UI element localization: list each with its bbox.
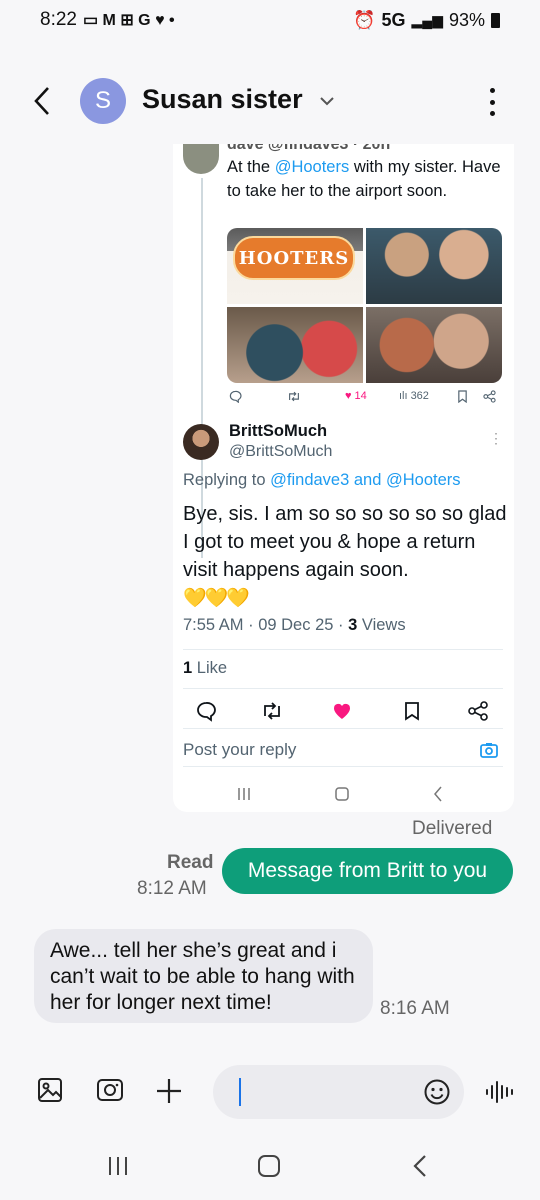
contact-name[interactable]: Susan sister (142, 84, 303, 115)
quoted-actions: ♥ 14 ılı 362 (227, 390, 502, 408)
divider (183, 688, 503, 689)
quoted-text: At the @Hooters with my sister. Have to … (227, 158, 501, 200)
back-button[interactable] (28, 84, 58, 118)
bookmark-icon (457, 390, 468, 403)
received-message-bubble[interactable]: Awe... tell her she’s great and i can’t … (34, 929, 373, 1023)
likes-count: 1 Like (183, 659, 228, 677)
retweet-icon (261, 700, 283, 722)
reply-icon (229, 390, 242, 403)
like-icon: ♥ 14 (345, 390, 367, 402)
gallery-button[interactable] (36, 1076, 66, 1106)
sent-message-bubble[interactable]: Message from Britt to you (222, 848, 513, 894)
camera-button[interactable] (96, 1076, 126, 1106)
contact-avatar[interactable]: S (80, 78, 126, 124)
share-icon (483, 390, 496, 403)
bookmark-icon (401, 700, 423, 722)
tweet-meta: 7:55 AM · 09 Dec 25 · 3 Views (183, 616, 406, 634)
author-handle: @BrittSoMuch (229, 443, 333, 460)
screenshot-nav-bar (173, 782, 514, 806)
photo-hooters-sign: HOOTERS (227, 228, 363, 304)
more-options-button[interactable] (480, 84, 504, 120)
author-avatar (183, 424, 219, 460)
tweet-more-icon: ⋮ (489, 430, 503, 446)
signal-icon: ▂▄▆ (411, 11, 443, 28)
message-composer (0, 1062, 540, 1122)
voice-input-button[interactable] (484, 1077, 514, 1107)
reply-placeholder: Post your reply (183, 740, 297, 759)
tweet-actions (183, 700, 503, 722)
retweet-icon (287, 390, 301, 403)
replying-to: Replying to @findave3 and @Hooters (183, 471, 461, 489)
alarm-icon: ⏰ (353, 9, 376, 30)
camera-icon (97, 1079, 123, 1101)
voice-waveform-icon (486, 1081, 513, 1103)
emoji-icon (424, 1079, 450, 1105)
views-icon: ılı 362 (399, 390, 429, 402)
status-time: 8:22 (40, 9, 77, 30)
plus-icon (157, 1079, 181, 1103)
notification-icons: ▭ M ⊞ G ♥ • (82, 12, 175, 29)
network-label: 5G (381, 9, 406, 30)
quoted-header: dave @findave3 · 20h (227, 144, 391, 153)
divider (183, 766, 503, 767)
text-caret (239, 1078, 241, 1106)
reply-icon (195, 700, 217, 722)
sent-timestamp: 8:12 AM (137, 878, 207, 899)
recents-button[interactable] (104, 1152, 132, 1180)
back-arrow-icon (34, 87, 49, 115)
conversation-header: S Susan sister (0, 70, 540, 132)
divider (183, 649, 503, 650)
photo-selfie-1 (366, 228, 502, 304)
image-icon (38, 1078, 62, 1102)
read-status: Read (167, 852, 214, 873)
chevron-down-icon[interactable] (318, 92, 336, 110)
received-timestamp: 8:16 AM (380, 998, 450, 1019)
system-navigation-bar (0, 1140, 540, 1190)
quoted-avatar (183, 144, 219, 174)
photo-selfie-2 (366, 307, 502, 383)
camera-icon (479, 740, 499, 760)
recents-icon (109, 1157, 127, 1175)
photo-people (227, 307, 363, 383)
back-icon (413, 1155, 426, 1177)
home-icon (258, 1155, 280, 1177)
attach-button[interactable] (154, 1076, 184, 1106)
liked-heart-icon (331, 700, 353, 722)
divider (183, 728, 503, 729)
share-icon (467, 700, 489, 722)
yellow-hearts: 💛💛💛 (183, 588, 250, 609)
battery-icon (491, 12, 500, 28)
shared-screenshot-image[interactable]: dave @findave3 · 20h At the @Hooters wit… (173, 144, 514, 812)
photo-grid: HOOTERS (227, 228, 502, 383)
home-button[interactable] (255, 1152, 283, 1180)
battery-percent: 93% (448, 9, 485, 30)
tweet-text: Bye, sis. I am so so so so so so glad I … (183, 503, 507, 609)
message-input[interactable] (213, 1065, 464, 1119)
author-name: BrittSoMuch (229, 422, 328, 440)
emoji-button[interactable] (423, 1078, 451, 1106)
delivered-status: Delivered (412, 818, 493, 839)
status-bar: 8:22 ▭ M ⊞ G ♥ • ⏰ 5G ▂▄▆ 93% (0, 0, 540, 40)
nav-back-button[interactable] (406, 1152, 434, 1180)
